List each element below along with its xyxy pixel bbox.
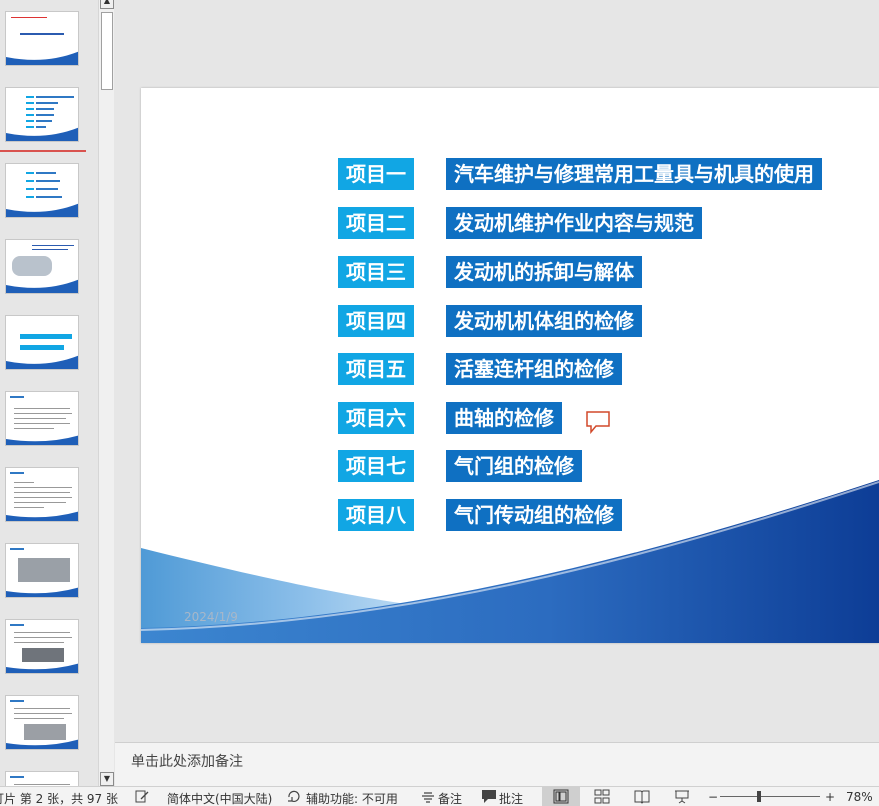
spellcheck-icon[interactable] [134,789,150,804]
slide-thumbnail-10[interactable] [5,695,79,750]
slide-thumbnail-9[interactable] [5,619,79,674]
slide-thumbnail-3[interactable] [5,163,79,218]
current-slide-marker [0,150,86,152]
zoom-in-button[interactable]: + [825,790,835,804]
slide-thumbnail-5[interactable] [5,315,79,370]
item-5-title: 活塞连杆组的检修 [446,353,622,385]
accessibility-status[interactable]: 辅助功能: 不可用 [306,790,398,806]
item-2-title: 发动机维护作业内容与规范 [446,207,702,239]
item-4-number: 项目四 [338,305,414,337]
slide-thumbnail-8[interactable] [5,543,79,598]
slide-thumbnail-pane[interactable] [0,0,98,786]
item-6-title: 曲轴的检修 [446,402,562,434]
comments-icon[interactable] [481,789,497,804]
slide-editing-area[interactable]: 项目一 汽车维护与修理常用工量具与机具的使用 项目二 发动机维护作业内容与规范 … [115,0,879,742]
slide-sorter-icon[interactable] [594,789,610,804]
slide-thumbnail-7[interactable] [5,467,79,522]
slide-thumbnail-11[interactable] [5,771,79,786]
slide-thumbnail-1[interactable] [5,11,79,66]
notes-pane[interactable]: 单击此处添加备注 [115,742,879,786]
current-slide[interactable]: 项目一 汽车维护与修理常用工量具与机具的使用 项目二 发动机维护作业内容与规范 … [141,88,879,643]
item-8-number: 项目八 [338,499,414,531]
thumbnail-scrollbar[interactable]: ▲ ▼ [98,0,114,786]
slide-counter: 灯片 第 2 张，共 97 张 [0,792,118,806]
scrollbar-thumb[interactable] [101,12,113,90]
comment-bubble-icon[interactable] [585,410,611,434]
zoom-slider-track[interactable] [720,796,820,797]
item-8-title: 气门传动组的检修 [446,499,622,531]
item-7-title: 气门组的检修 [446,450,582,482]
slide-date: 2024/1/9 [184,610,238,624]
notes-button[interactable]: 备注 [438,790,462,806]
notes-icon[interactable] [420,789,436,804]
item-4-title: 发动机机体组的检修 [446,305,642,337]
scroll-down-arrow[interactable]: ▼ [100,772,114,786]
zoom-level[interactable]: 78% [846,790,873,804]
status-bar: 灯片 第 2 张，共 97 张 简体中文(中国大陆) 辅助功能: 不可用 备注 … [0,786,879,806]
zoom-slider-knob[interactable] [757,791,761,802]
item-2-number: 项目二 [338,207,414,239]
item-1-number: 项目一 [338,158,414,190]
item-7-number: 项目七 [338,450,414,482]
comments-button[interactable]: 批注 [499,790,523,806]
item-1-title: 汽车维护与修理常用工量具与机具的使用 [446,158,822,190]
item-5-number: 项目五 [338,353,414,385]
normal-view-icon[interactable] [553,789,569,804]
item-3-title: 发动机的拆卸与解体 [446,256,642,288]
item-3-number: 项目三 [338,256,414,288]
reading-view-icon[interactable] [634,789,650,804]
language-indicator[interactable]: 简体中文(中国大陆) [167,790,272,806]
slide-thumbnail-2[interactable] [5,87,79,142]
slide-thumbnail-4[interactable] [5,239,79,294]
accessibility-icon[interactable] [286,789,302,804]
scroll-up-arrow[interactable]: ▲ [100,0,114,9]
slideshow-icon[interactable] [674,789,690,804]
item-6-number: 项目六 [338,402,414,434]
slide-thumbnail-6[interactable] [5,391,79,446]
zoom-out-button[interactable]: − [708,790,718,804]
notes-placeholder[interactable]: 单击此处添加备注 [131,751,243,771]
